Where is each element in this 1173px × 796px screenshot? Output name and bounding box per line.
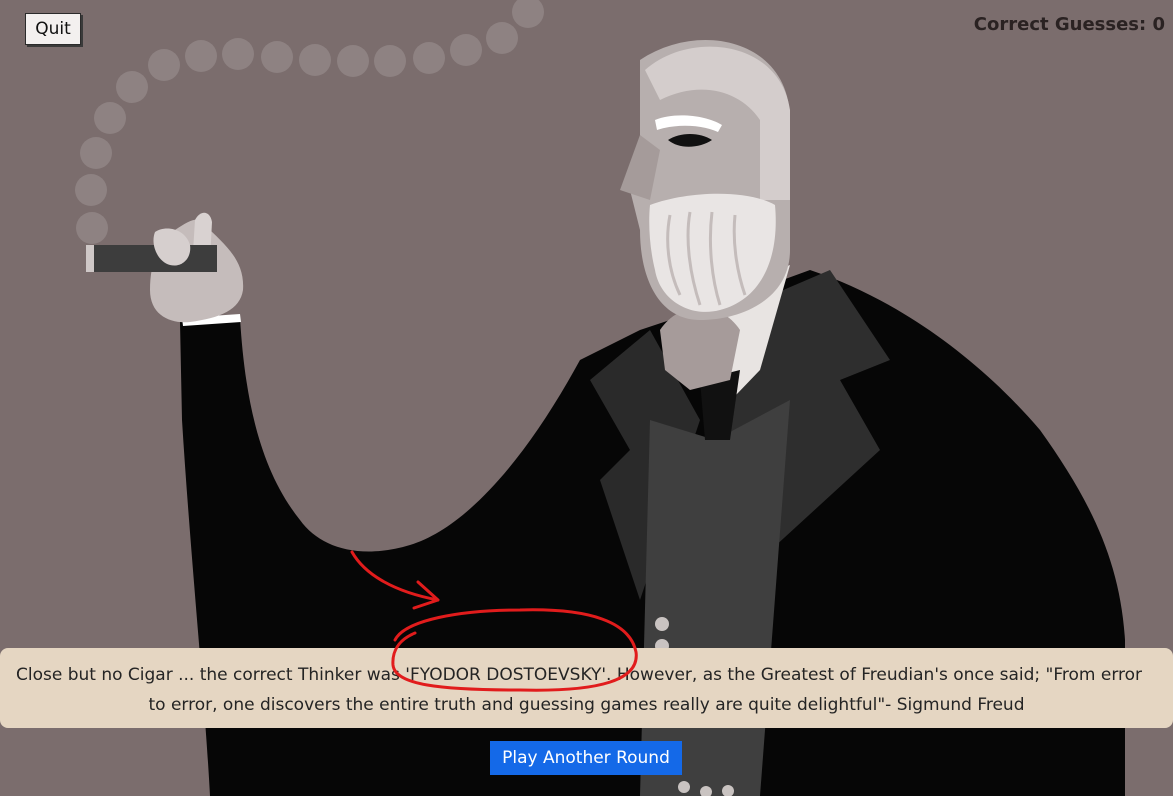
result-message-panel: Close but no Cigar ... the correct Think… — [0, 648, 1173, 728]
cigar-tip — [86, 245, 94, 272]
cigar-icon — [86, 245, 217, 272]
result-message-line-1: Close but no Cigar ... the correct Think… — [16, 665, 1143, 685]
quit-button[interactable]: Quit — [25, 13, 81, 45]
game-screen: Quit Correct Guesses: 0 Close but no Cig… — [0, 0, 1173, 796]
result-message-line-2: to error, one discovers the entire truth… — [148, 695, 1025, 715]
play-another-round-button[interactable]: Play Another Round — [490, 741, 682, 775]
correct-guesses-counter: Correct Guesses: 0 — [973, 14, 1165, 35]
smoke-puffs — [75, 0, 544, 244]
